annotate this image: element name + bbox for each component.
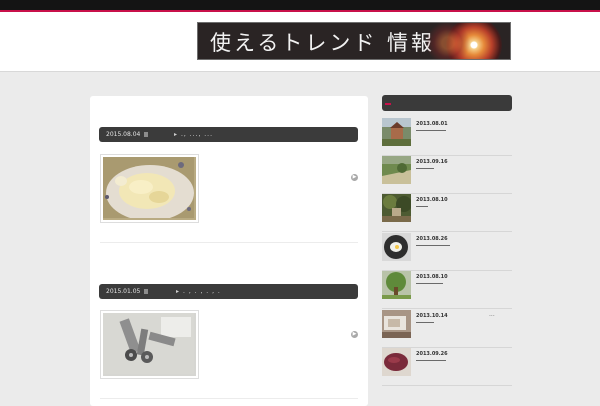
- sidebar-title-link[interactable]: [416, 360, 446, 361]
- sidebar-thumbnail[interactable]: [382, 194, 411, 222]
- sidebar-thumbnail[interactable]: [382, 233, 411, 261]
- post-tags[interactable]: ., ..., ...: [181, 127, 213, 142]
- post-thumbnail[interactable]: [100, 310, 199, 379]
- sidebar-thumbnail[interactable]: [382, 118, 411, 146]
- post-divider: [100, 398, 358, 399]
- document-icon: [144, 132, 148, 137]
- desk-photo: [382, 310, 411, 338]
- sidebar-header: [382, 95, 512, 111]
- arrow-right-icon[interactable]: ▶: [351, 331, 358, 338]
- sidebar-title-link[interactable]: [416, 168, 434, 169]
- main-content: 2015.08.04 ▸ ., ..., ... ▶ 2015.01.05 ▸ …: [90, 96, 368, 406]
- sidebar-item[interactable]: 2013.09.26: [382, 347, 512, 386]
- post-tags[interactable]: . , . , . , .: [183, 284, 221, 299]
- sidebar-date: 2013.08.01: [416, 121, 448, 127]
- sidebar-date: 2013.08.10: [416, 274, 448, 280]
- bolts-photo: [103, 313, 194, 374]
- sidebar-item[interactable]: 2013.08.01: [382, 117, 512, 156]
- mountain-house-photo: [382, 118, 411, 146]
- top-bar: [0, 0, 600, 12]
- sidebar-thumbnail[interactable]: [382, 271, 411, 299]
- sidebar-date: 2013.09.16: [416, 159, 448, 165]
- arrow-right-icon[interactable]: ▶: [351, 174, 358, 181]
- site-banner[interactable]: 使えるトレンド 情報: [197, 22, 511, 60]
- post-date: 2015.01.05: [106, 288, 141, 295]
- more-indicator: ...: [489, 311, 495, 318]
- frying-pan-photo: [382, 233, 411, 261]
- post-meta-bar: 2015.08.04 ▸ ., ..., ...: [99, 127, 358, 142]
- post-thumbnail[interactable]: [100, 154, 199, 223]
- sidebar-item[interactable]: 2013.08.26: [382, 232, 512, 271]
- sidebar-date: 2013.08.10: [416, 197, 448, 203]
- banner-title: 使えるトレンド 情報: [210, 31, 436, 55]
- tag-icon: ▸: [174, 131, 178, 138]
- sidebar-title-link[interactable]: [416, 283, 443, 284]
- sidebar-date: 2013.08.26: [416, 236, 448, 242]
- sidebar-title-link[interactable]: [416, 322, 434, 323]
- sidebar-item[interactable]: 2013.08.10: [382, 193, 512, 232]
- tree-photo: [382, 271, 411, 299]
- post-divider: [100, 242, 358, 243]
- firework-image: [426, 23, 502, 59]
- document-icon: [144, 289, 148, 294]
- green-field-photo: [382, 156, 411, 184]
- sidebar-title-link[interactable]: [416, 130, 446, 131]
- sidebar-item[interactable]: 2013.09.16: [382, 155, 512, 194]
- tag-icon: ▸: [176, 288, 180, 295]
- post-meta-bar: 2015.01.05 ▸ . , . , . , .: [99, 284, 358, 299]
- sidebar-date: 2013.10.14: [416, 313, 448, 319]
- sidebar-accent: [385, 103, 391, 105]
- sidebar-title-link[interactable]: [416, 206, 428, 207]
- sidebar-item[interactable]: 2013.08.10: [382, 270, 512, 309]
- sidebar-date: 2013.09.26: [416, 351, 448, 357]
- sweet-potato-photo: [382, 348, 411, 376]
- cream-pasta-photo: [103, 157, 194, 220]
- garden-photo: [382, 194, 411, 222]
- sidebar-thumbnail[interactable]: [382, 348, 411, 376]
- sidebar-title-link[interactable]: [416, 245, 450, 246]
- sidebar-thumbnail[interactable]: [382, 310, 411, 338]
- sidebar-thumbnail[interactable]: [382, 156, 411, 184]
- site-header: 使えるトレンド 情報: [0, 12, 600, 72]
- post-date: 2015.08.04: [106, 131, 141, 138]
